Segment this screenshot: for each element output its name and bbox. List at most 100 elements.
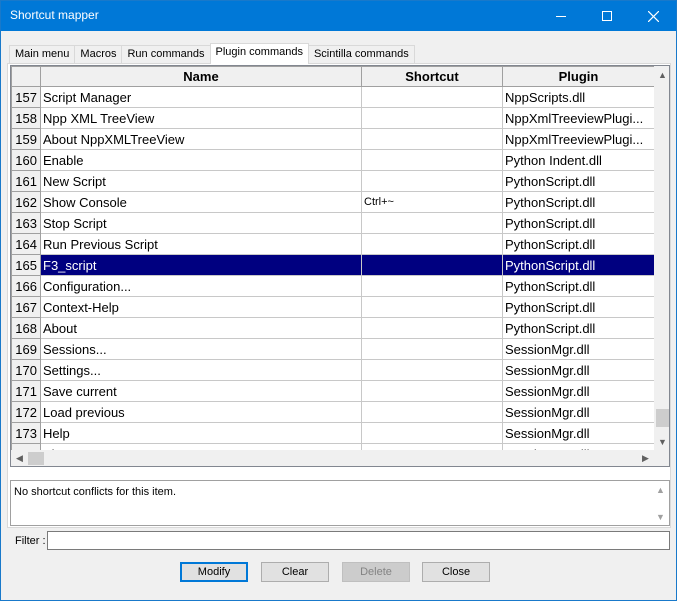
conflict-info-box[interactable]: No shortcut conflicts for this item. ▲ ▼ xyxy=(10,480,670,526)
name-cell[interactable]: Load previous xyxy=(40,401,362,423)
shortcut-cell[interactable] xyxy=(361,359,503,381)
table-row[interactable]: 161 New Script PythonScript.dll xyxy=(11,170,654,192)
name-cell[interactable]: Stop Script xyxy=(40,212,362,234)
name-cell[interactable]: About NppXMLTreeView xyxy=(40,128,362,150)
row-number-cell[interactable]: 172 xyxy=(11,401,41,423)
conflict-scroll-down-icon[interactable]: ▼ xyxy=(652,508,669,525)
shortcut-cell[interactable] xyxy=(361,107,503,129)
tab-main-menu[interactable]: Main menu xyxy=(9,45,76,64)
plugin-cell[interactable]: NppXmlTreeviewPlugi... xyxy=(502,107,654,129)
tab-macros[interactable]: Macros xyxy=(74,45,123,64)
name-cell[interactable]: Run Previous Script xyxy=(40,233,362,255)
table-row[interactable]: 168 About PythonScript.dll xyxy=(11,317,654,339)
shortcut-cell[interactable] xyxy=(361,86,503,108)
row-number-cell[interactable]: 165 xyxy=(11,254,41,276)
plugin-cell[interactable]: PythonScript.dll xyxy=(502,317,654,339)
table-row[interactable]: 165 F3_script PythonScript.dll xyxy=(11,254,654,276)
name-cell[interactable]: Context-Help xyxy=(40,296,362,318)
grid-vertical-scrollbar[interactable]: ▲ ▼ xyxy=(654,66,669,450)
plugin-cell[interactable]: SessionMgr.dll xyxy=(502,359,654,381)
table-row[interactable]: 163 Stop Script PythonScript.dll xyxy=(11,212,654,234)
shortcut-cell[interactable]: Ctrl+~ xyxy=(361,191,503,213)
name-cell[interactable]: Help xyxy=(40,422,362,444)
row-number-cell[interactable]: 164 xyxy=(11,233,41,255)
plugin-cell[interactable]: NppXmlTreeviewPlugi... xyxy=(502,128,654,150)
table-row[interactable]: 158 Npp XML TreeView NppXmlTreeviewPlugi..… xyxy=(11,107,654,129)
table-row[interactable]: 169 Sessions... SessionMgr.dll xyxy=(11,338,654,360)
plugin-cell[interactable]: PythonScript.dll xyxy=(502,212,654,234)
grid-horizontal-scrollbar[interactable]: ◀ ▶ xyxy=(11,450,654,466)
table-row[interactable]: 166 Configuration... PythonScript.dll xyxy=(11,275,654,297)
scroll-left-icon[interactable]: ◀ xyxy=(11,450,28,466)
table-row[interactable]: 162 Show Console Ctrl+~ PythonScript.dll xyxy=(11,191,654,213)
table-row[interactable]: 164 Run Previous Script PythonScript.dll xyxy=(11,233,654,255)
tab-scintilla-commands[interactable]: Scintilla commands xyxy=(307,45,415,64)
modify-button[interactable]: Modify xyxy=(180,562,248,582)
table-row[interactable]: 167 Context-Help PythonScript.dll xyxy=(11,296,654,318)
shortcut-cell[interactable] xyxy=(361,149,503,171)
row-number-cell[interactable]: 173 xyxy=(11,422,41,444)
name-cell[interactable]: New Script xyxy=(40,170,362,192)
shortcut-cell[interactable] xyxy=(361,170,503,192)
plugin-cell[interactable]: PythonScript.dll xyxy=(502,296,654,318)
table-row[interactable]: 159 About NppXMLTreeView NppXmlTreeviewPlu… xyxy=(11,128,654,150)
scroll-down-icon[interactable]: ▼ xyxy=(654,433,669,450)
name-cell[interactable]: Script Manager xyxy=(40,86,362,108)
plugin-cell[interactable]: SessionMgr.dll xyxy=(502,380,654,402)
filter-input[interactable] xyxy=(47,531,670,550)
column-header-shortcut[interactable]: Shortcut xyxy=(361,66,503,87)
scroll-right-icon[interactable]: ▶ xyxy=(637,450,654,466)
column-header-plugin[interactable]: Plugin xyxy=(502,66,654,87)
table-row[interactable]: 171 Save current SessionMgr.dll xyxy=(11,380,654,402)
name-cell[interactable]: Enable xyxy=(40,149,362,171)
corner-header-cell[interactable] xyxy=(11,66,41,87)
name-cell[interactable]: F3_script xyxy=(40,254,362,276)
row-number-cell[interactable]: 162 xyxy=(11,191,41,213)
shortcut-cell[interactable] xyxy=(361,233,503,255)
row-number-cell[interactable]: 158 xyxy=(11,107,41,129)
horizontal-scroll-thumb[interactable] xyxy=(28,452,44,465)
table-row[interactable]: 172 Load previous SessionMgr.dll xyxy=(11,401,654,423)
row-number-cell[interactable]: 169 xyxy=(11,338,41,360)
conflict-scroll-up-icon[interactable]: ▲ xyxy=(652,481,669,498)
conflict-scrollbar[interactable]: ▲ ▼ xyxy=(652,481,669,525)
close-window-button[interactable] xyxy=(630,1,676,31)
vertical-scroll-thumb[interactable] xyxy=(656,409,669,427)
shortcut-cell[interactable] xyxy=(361,212,503,234)
plugin-cell[interactable]: Python Indent.dll xyxy=(502,149,654,171)
plugin-cell[interactable]: PythonScript.dll xyxy=(502,233,654,255)
shortcut-cell[interactable] xyxy=(361,380,503,402)
minimize-button[interactable] xyxy=(538,1,584,31)
shortcut-cell[interactable] xyxy=(361,275,503,297)
close-button[interactable]: Close xyxy=(422,562,490,582)
shortcut-cell[interactable] xyxy=(361,422,503,444)
table-row[interactable]: 170 Settings... SessionMgr.dll xyxy=(11,359,654,381)
table-row[interactable]: 157 Script Manager NppScripts.dll xyxy=(11,86,654,108)
row-number-cell[interactable]: 159 xyxy=(11,128,41,150)
row-number-cell[interactable]: 170 xyxy=(11,359,41,381)
name-cell[interactable]: Configuration... xyxy=(40,275,362,297)
title-bar[interactable]: Shortcut mapper xyxy=(1,1,676,31)
row-number-cell[interactable]: 166 xyxy=(11,275,41,297)
plugin-cell[interactable]: PythonScript.dll xyxy=(502,275,654,297)
shortcut-cell[interactable] xyxy=(361,338,503,360)
row-number-cell[interactable]: 168 xyxy=(11,317,41,339)
plugin-cell[interactable]: SessionMgr.dll xyxy=(502,401,654,423)
tab-run-commands[interactable]: Run commands xyxy=(121,45,211,64)
column-header-name[interactable]: Name xyxy=(40,66,362,87)
plugin-cell[interactable]: PythonScript.dll xyxy=(502,254,654,276)
plugin-cell[interactable]: PythonScript.dll xyxy=(502,170,654,192)
maximize-button[interactable] xyxy=(584,1,630,31)
name-cell[interactable]: About xyxy=(40,317,362,339)
clear-button[interactable]: Clear xyxy=(261,562,329,582)
plugin-cell[interactable]: PythonScript.dll xyxy=(502,191,654,213)
name-cell[interactable]: Sessions... xyxy=(40,338,362,360)
row-number-cell[interactable]: 163 xyxy=(11,212,41,234)
tab-plugin-commands[interactable]: Plugin commands xyxy=(209,43,309,64)
scroll-up-icon[interactable]: ▲ xyxy=(654,66,669,83)
row-number-cell[interactable]: 171 xyxy=(11,380,41,402)
row-number-cell[interactable]: 167 xyxy=(11,296,41,318)
shortcut-cell[interactable] xyxy=(361,317,503,339)
row-number-cell[interactable]: 157 xyxy=(11,86,41,108)
name-cell[interactable]: Show Console xyxy=(40,191,362,213)
